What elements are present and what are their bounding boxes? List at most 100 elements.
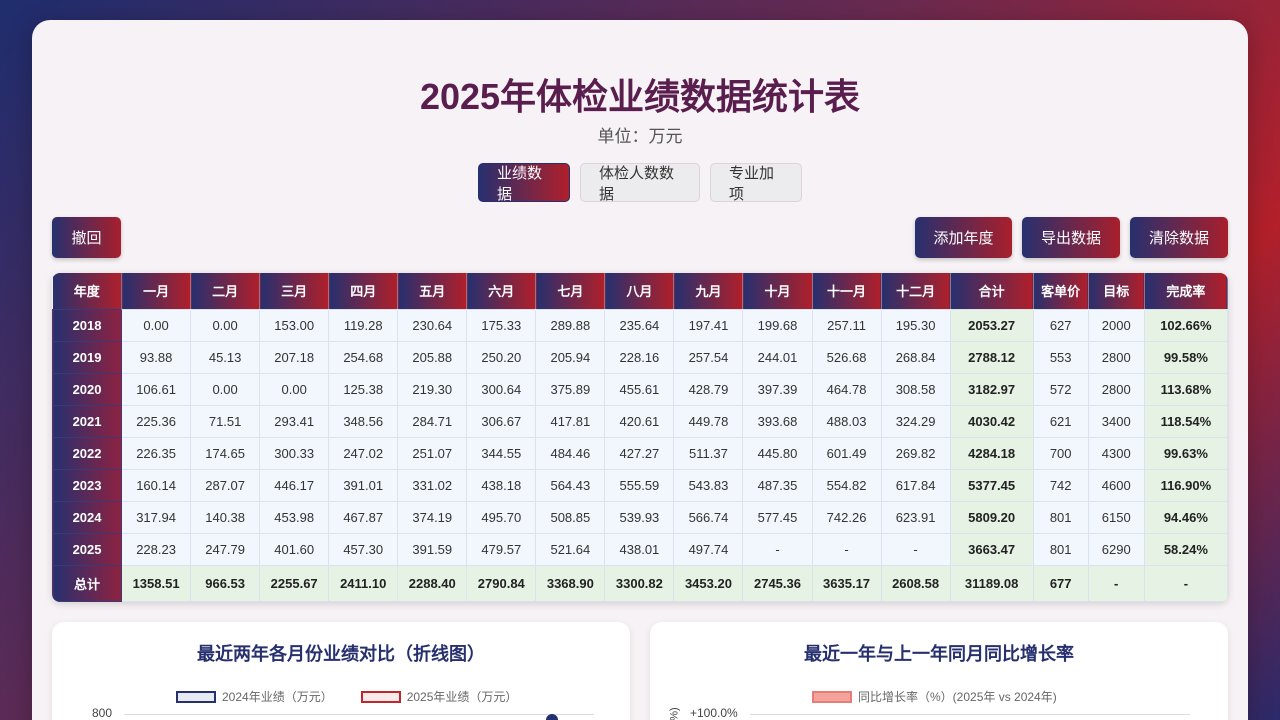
table-cell[interactable]: 495.70 (466, 500, 537, 534)
table-cell[interactable]: 526.68 (811, 340, 882, 374)
table-cell[interactable]: 417.81 (535, 404, 606, 438)
undo-button[interactable]: 撤回 (52, 217, 121, 258)
table-cell[interactable]: 397.39 (742, 372, 813, 406)
table-cell[interactable]: 205.88 (397, 340, 468, 374)
table-cell[interactable]: 467.87 (328, 500, 399, 534)
table-cell[interactable]: 428.79 (673, 372, 744, 406)
table-cell[interactable]: 106.61 (121, 372, 192, 406)
export-button[interactable]: 导出数据 (1022, 217, 1120, 258)
table-cell[interactable]: 199.68 (742, 308, 813, 342)
table-cell[interactable]: - (880, 532, 951, 566)
table-cell[interactable]: 247.79 (190, 532, 261, 566)
table-cell[interactable]: 391.01 (328, 468, 399, 502)
table-cell[interactable]: 257.11 (811, 308, 882, 342)
tab-performance[interactable]: 业绩数据 (478, 163, 570, 203)
table-cell[interactable]: 484.46 (535, 436, 606, 470)
table-cell[interactable]: 457.30 (328, 532, 399, 566)
table-cell[interactable]: 324.29 (880, 404, 951, 438)
table-cell[interactable]: 508.85 (535, 500, 606, 534)
table-cell[interactable]: 455.61 (604, 372, 675, 406)
table-cell[interactable]: 257.54 (673, 340, 744, 374)
table-cell[interactable]: 449.78 (673, 404, 744, 438)
table-cell[interactable]: 125.38 (328, 372, 399, 406)
table-cell[interactable]: 140.38 (190, 500, 261, 534)
table-cell[interactable]: 555.59 (604, 468, 675, 502)
table-cell[interactable]: 438.18 (466, 468, 537, 502)
table-cell[interactable]: 577.45 (742, 500, 813, 534)
table-cell[interactable]: 207.18 (259, 340, 330, 374)
table-cell[interactable]: 391.59 (397, 532, 468, 566)
table-cell[interactable]: 401.60 (259, 532, 330, 566)
table-cell[interactable]: 45.13 (190, 340, 261, 374)
table-cell[interactable]: 230.64 (397, 308, 468, 342)
table-cell[interactable]: 539.93 (604, 500, 675, 534)
table-cell[interactable]: 174.65 (190, 436, 261, 470)
table-cell[interactable]: 344.55 (466, 436, 537, 470)
table-cell[interactable]: 601.49 (811, 436, 882, 470)
table-cell[interactable]: 251.07 (397, 436, 468, 470)
table-cell[interactable]: 375.89 (535, 372, 606, 406)
table-cell[interactable]: 235.64 (604, 308, 675, 342)
table-cell[interactable]: 487.35 (742, 468, 813, 502)
add-year-button[interactable]: 添加年度 (915, 217, 1012, 258)
clear-button[interactable]: 清除数据 (1130, 217, 1228, 258)
table-cell[interactable]: 175.33 (466, 308, 537, 342)
table-cell[interactable]: 742.26 (811, 500, 882, 534)
table-cell[interactable]: 254.68 (328, 340, 399, 374)
table-cell[interactable]: 300.33 (259, 436, 330, 470)
table-cell[interactable]: - (811, 532, 882, 566)
tab-checkup-count[interactable]: 体检人数数据 (580, 163, 700, 203)
table-cell[interactable]: 511.37 (673, 436, 744, 470)
table-cell[interactable]: 289.88 (535, 308, 606, 342)
table-cell[interactable]: 308.58 (880, 372, 951, 406)
table-cell[interactable]: 488.03 (811, 404, 882, 438)
table-cell[interactable]: 268.84 (880, 340, 951, 374)
table-cell[interactable]: 284.71 (397, 404, 468, 438)
table-cell[interactable]: 348.56 (328, 404, 399, 438)
table-cell[interactable]: 623.91 (880, 500, 951, 534)
table-cell[interactable]: 244.01 (742, 340, 813, 374)
table-cell[interactable]: 228.23 (121, 532, 192, 566)
table-cell[interactable]: 317.94 (121, 500, 192, 534)
table-cell[interactable]: 306.67 (466, 404, 537, 438)
table-cell[interactable]: 93.88 (121, 340, 192, 374)
table-cell[interactable]: 300.64 (466, 372, 537, 406)
table-cell[interactable]: 497.74 (673, 532, 744, 566)
table-cell[interactable]: 293.41 (259, 404, 330, 438)
table-cell[interactable]: 247.02 (328, 436, 399, 470)
tab-professional-items[interactable]: 专业加项 (710, 163, 802, 203)
table-cell[interactable]: 160.14 (121, 468, 192, 502)
table-cell[interactable]: 0.00 (190, 372, 261, 406)
table-cell[interactable]: 566.74 (673, 500, 744, 534)
table-cell[interactable]: 153.00 (259, 308, 330, 342)
table-cell[interactable]: 554.82 (811, 468, 882, 502)
table-cell[interactable]: 197.41 (673, 308, 744, 342)
table-cell[interactable]: 420.61 (604, 404, 675, 438)
table-cell[interactable]: 479.57 (466, 532, 537, 566)
table-cell[interactable]: 445.80 (742, 436, 813, 470)
table-cell[interactable]: 195.30 (880, 308, 951, 342)
table-cell[interactable]: 464.78 (811, 372, 882, 406)
table-cell[interactable]: 205.94 (535, 340, 606, 374)
table-cell[interactable]: 543.83 (673, 468, 744, 502)
table-cell[interactable]: 0.00 (190, 308, 261, 342)
table-cell[interactable]: 427.27 (604, 436, 675, 470)
table-cell[interactable]: 287.07 (190, 468, 261, 502)
table-cell[interactable]: 393.68 (742, 404, 813, 438)
table-cell[interactable]: 226.35 (121, 436, 192, 470)
table-cell[interactable]: 453.98 (259, 500, 330, 534)
table-cell[interactable]: 331.02 (397, 468, 468, 502)
table-cell[interactable]: 219.30 (397, 372, 468, 406)
table-cell[interactable]: 119.28 (328, 308, 399, 342)
table-cell[interactable]: 225.36 (121, 404, 192, 438)
table-cell[interactable]: 374.19 (397, 500, 468, 534)
table-cell[interactable]: 446.17 (259, 468, 330, 502)
table-cell[interactable]: - (742, 532, 813, 566)
table-cell[interactable]: 0.00 (121, 308, 192, 342)
table-cell[interactable]: 521.64 (535, 532, 606, 566)
table-cell[interactable]: 0.00 (259, 372, 330, 406)
table-cell[interactable]: 438.01 (604, 532, 675, 566)
table-cell[interactable]: 617.84 (880, 468, 951, 502)
table-cell[interactable]: 250.20 (466, 340, 537, 374)
table-cell[interactable]: 71.51 (190, 404, 261, 438)
